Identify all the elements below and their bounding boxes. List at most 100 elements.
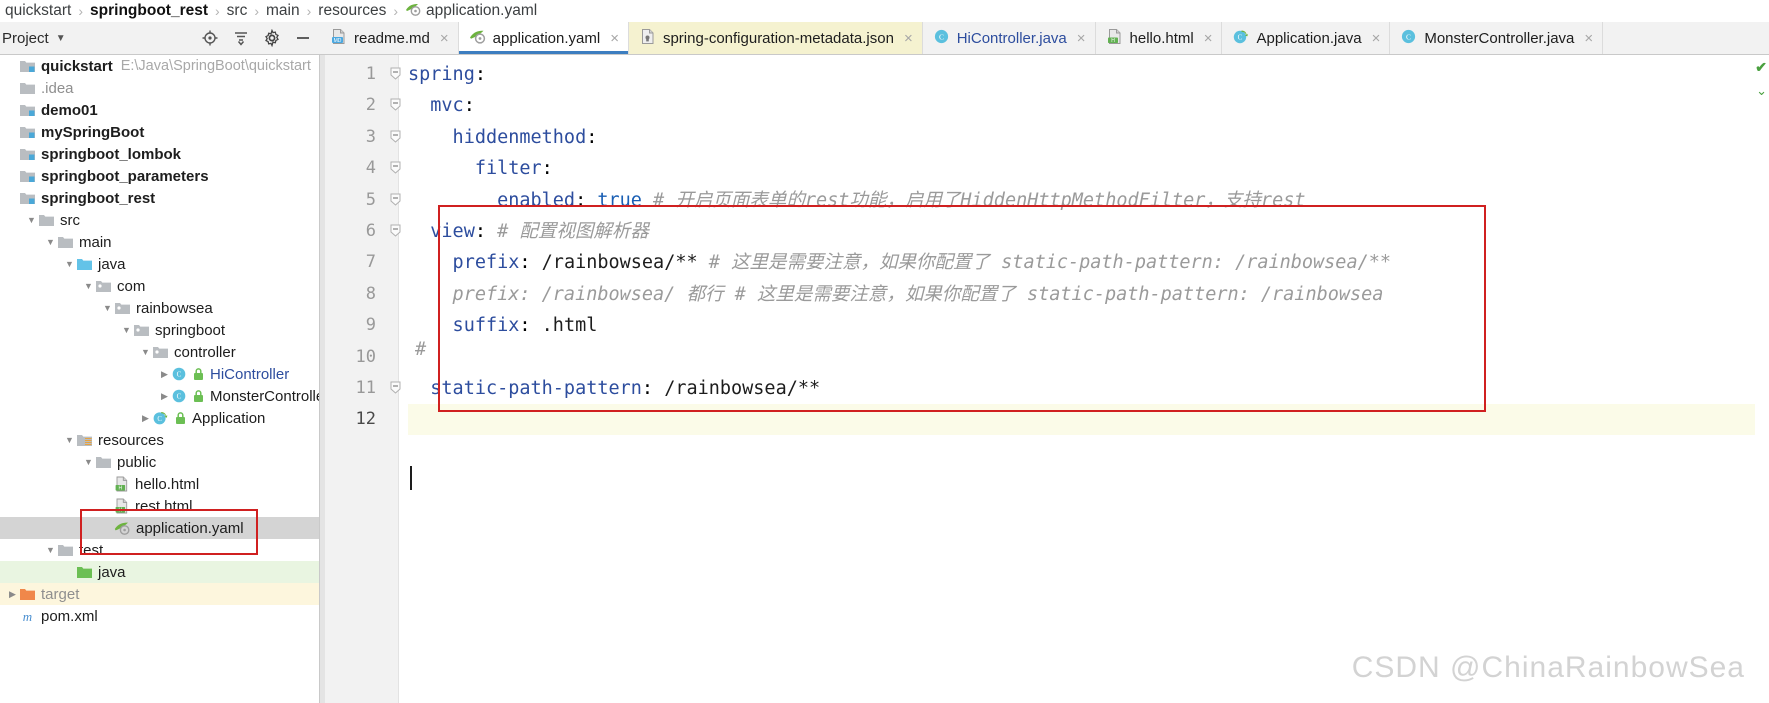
tab-label: spring-configuration-metadata.json xyxy=(663,30,894,47)
tree-item-myspringboot[interactable]: mySpringBoot xyxy=(0,121,319,143)
fold-collapse-icon[interactable] xyxy=(390,161,401,174)
code-line[interactable]: enabled: true # 开启页面表单的rest功能，启用了HiddenH… xyxy=(408,185,1769,216)
code-line[interactable]: hiddenmethod: xyxy=(408,122,1769,153)
chevron-down-icon[interactable]: ▼ xyxy=(56,33,66,44)
tree-item-test[interactable]: ▼test xyxy=(0,539,319,561)
tab-close-icon[interactable]: × xyxy=(1077,31,1086,46)
tree-item-java[interactable]: java xyxy=(0,561,319,583)
code-folding-column[interactable] xyxy=(390,55,410,703)
tab-close-icon[interactable]: × xyxy=(1372,31,1381,46)
breadcrumb-item-quickstart[interactable]: quickstart xyxy=(2,2,74,20)
code-line[interactable]: spring: xyxy=(408,59,1769,90)
breadcrumb-item-module[interactable]: springboot_rest xyxy=(87,2,211,20)
tab-application-java[interactable]: C Application.java × xyxy=(1222,22,1390,54)
fold-collapse-icon[interactable] xyxy=(390,381,401,394)
line-number: 7 xyxy=(320,247,382,278)
chevron-right-icon[interactable]: ▶ xyxy=(6,590,19,599)
chevron-right-icon[interactable]: ▶ xyxy=(158,392,171,401)
fold-collapse-icon[interactable] xyxy=(390,224,401,237)
code-line[interactable]: static-path-pattern: /rainbowsea/** xyxy=(408,373,1769,404)
fold-collapse-icon[interactable] xyxy=(390,98,401,111)
code-token: view xyxy=(408,221,475,242)
tree-item-label: .idea xyxy=(41,80,74,97)
breadcrumb-item-src[interactable]: src xyxy=(224,2,251,20)
fold-collapse-icon[interactable] xyxy=(390,193,401,206)
breadcrumb-item-resources[interactable]: resources xyxy=(315,2,389,20)
folder-grey-icon xyxy=(57,234,74,250)
tree-item-src[interactable]: ▼src xyxy=(0,209,319,231)
chevron-down-icon[interactable]: ▼ xyxy=(63,436,76,445)
code-line[interactable]: filter: xyxy=(408,153,1769,184)
inspection-arrow-icon[interactable]: ⌄ xyxy=(1756,83,1767,99)
tab-close-icon[interactable]: × xyxy=(1204,31,1213,46)
chevron-down-icon[interactable]: ▼ xyxy=(101,304,114,313)
chevron-down-icon[interactable]: ▼ xyxy=(63,260,76,269)
chevron-down-icon[interactable]: ▼ xyxy=(25,216,38,225)
chevron-down-icon[interactable]: ▼ xyxy=(82,458,95,467)
tree-item-com[interactable]: ▼com xyxy=(0,275,319,297)
tab-close-icon[interactable]: × xyxy=(1584,31,1593,46)
inspection-ok-icon[interactable]: ✔ xyxy=(1755,59,1767,76)
code-editor[interactable]: 123456789101112 spring: mvc: hiddenmetho… xyxy=(320,55,1769,703)
tree-item-target[interactable]: ▶target xyxy=(0,583,319,605)
code-line[interactable]: mvc: xyxy=(408,90,1769,121)
chevron-right-icon[interactable]: ▶ xyxy=(139,414,152,423)
tab-readme-md[interactable]: MD readme.md × xyxy=(320,22,459,54)
chevron-right-icon[interactable]: ▶ xyxy=(158,370,171,379)
code-line[interactable]: prefix: /rainbowsea/ 都行 # 这里是需要注意，如果你配置了… xyxy=(408,279,1769,310)
tab-close-icon[interactable]: × xyxy=(440,31,449,46)
chevron-down-icon[interactable]: ▼ xyxy=(120,326,133,335)
tab-close-icon[interactable]: × xyxy=(610,31,619,46)
tree-item-resources[interactable]: ▼resources xyxy=(0,429,319,451)
breadcrumb-item-file[interactable]: application.yaml xyxy=(402,1,540,22)
line-number: 1 xyxy=(320,59,382,90)
tree-item-quickstart[interactable]: quickstartE:\Java\SpringBoot\quickstart xyxy=(0,55,319,77)
tree-item-label: springboot xyxy=(155,322,225,339)
tab-close-icon[interactable]: × xyxy=(904,31,913,46)
tree-item-springboot[interactable]: ▼ springboot xyxy=(0,319,319,341)
tab-spring-configuration-metadata-json[interactable]: spring-configuration-metadata.json × xyxy=(629,22,923,54)
chevron-down-icon[interactable]: ▼ xyxy=(139,348,152,357)
tree-item-main[interactable]: ▼main xyxy=(0,231,319,253)
tree-item-application-yaml[interactable]: application.yaml xyxy=(0,517,319,539)
code-line[interactable]: suffix: .html xyxy=(408,310,1769,341)
project-tree[interactable]: quickstartE:\Java\SpringBoot\quickstart.… xyxy=(0,55,320,703)
tree-item-springboot-lombok[interactable]: springboot_lombok xyxy=(0,143,319,165)
locate-icon[interactable] xyxy=(201,29,219,47)
chevron-down-icon[interactable]: ▼ xyxy=(44,546,57,555)
settings-gear-icon[interactable] xyxy=(263,29,281,47)
tab-hello-html[interactable]: H hello.html × xyxy=(1096,22,1223,54)
code-line[interactable]: view: # 配置视图解析器 xyxy=(408,216,1769,247)
code-line[interactable] xyxy=(408,404,1769,435)
tree-item-hello-html[interactable]: Hhello.html xyxy=(0,473,319,495)
fold-collapse-icon[interactable] xyxy=(390,130,401,143)
tree-item-demo01[interactable]: demo01 xyxy=(0,99,319,121)
code-content[interactable]: spring: mvc: hiddenmethod: filter: enabl… xyxy=(408,59,1769,703)
tree-item--idea[interactable]: .idea xyxy=(0,77,319,99)
tree-item-monstercontroller[interactable]: ▶CMonsterController xyxy=(0,385,319,407)
spring-boot-class-icon: C xyxy=(152,410,169,426)
collapse-all-icon[interactable] xyxy=(232,29,250,47)
hide-panel-icon[interactable] xyxy=(294,29,312,47)
tree-item-controller[interactable]: ▼controller xyxy=(0,341,319,363)
tree-item-pom-xml[interactable]: mpom.xml xyxy=(0,605,319,627)
tab-hicontroller-java[interactable]: C HiController.java × xyxy=(923,22,1096,54)
tree-item-java[interactable]: ▼java xyxy=(0,253,319,275)
tree-item-springboot-parameters[interactable]: springboot_parameters xyxy=(0,165,319,187)
fold-collapse-icon[interactable] xyxy=(390,67,401,80)
tree-item-hicontroller[interactable]: ▶CHiController xyxy=(0,363,319,385)
chevron-down-icon[interactable]: ▼ xyxy=(44,238,57,247)
tree-item-public[interactable]: ▼public xyxy=(0,451,319,473)
tab-application-yaml[interactable]: application.yaml × xyxy=(459,22,629,54)
tree-item-springboot-rest[interactable]: springboot_rest xyxy=(0,187,319,209)
project-panel-title[interactable]: Project xyxy=(2,30,49,47)
chevron-down-icon[interactable]: ▼ xyxy=(82,282,95,291)
tab-monstercontroller-java[interactable]: C MonsterController.java × xyxy=(1390,22,1603,54)
code-line[interactable] xyxy=(408,342,1769,373)
tree-item-rainbowsea[interactable]: ▼rainbowsea xyxy=(0,297,319,319)
tree-item-label: springboot_rest xyxy=(41,190,155,207)
tree-item-application[interactable]: ▶CApplication xyxy=(0,407,319,429)
tree-item-rest-html[interactable]: Hrest.html xyxy=(0,495,319,517)
breadcrumb-item-main[interactable]: main xyxy=(263,2,303,20)
code-line[interactable]: prefix: /rainbowsea/** # 这里是需要注意，如果你配置了 … xyxy=(408,247,1769,278)
